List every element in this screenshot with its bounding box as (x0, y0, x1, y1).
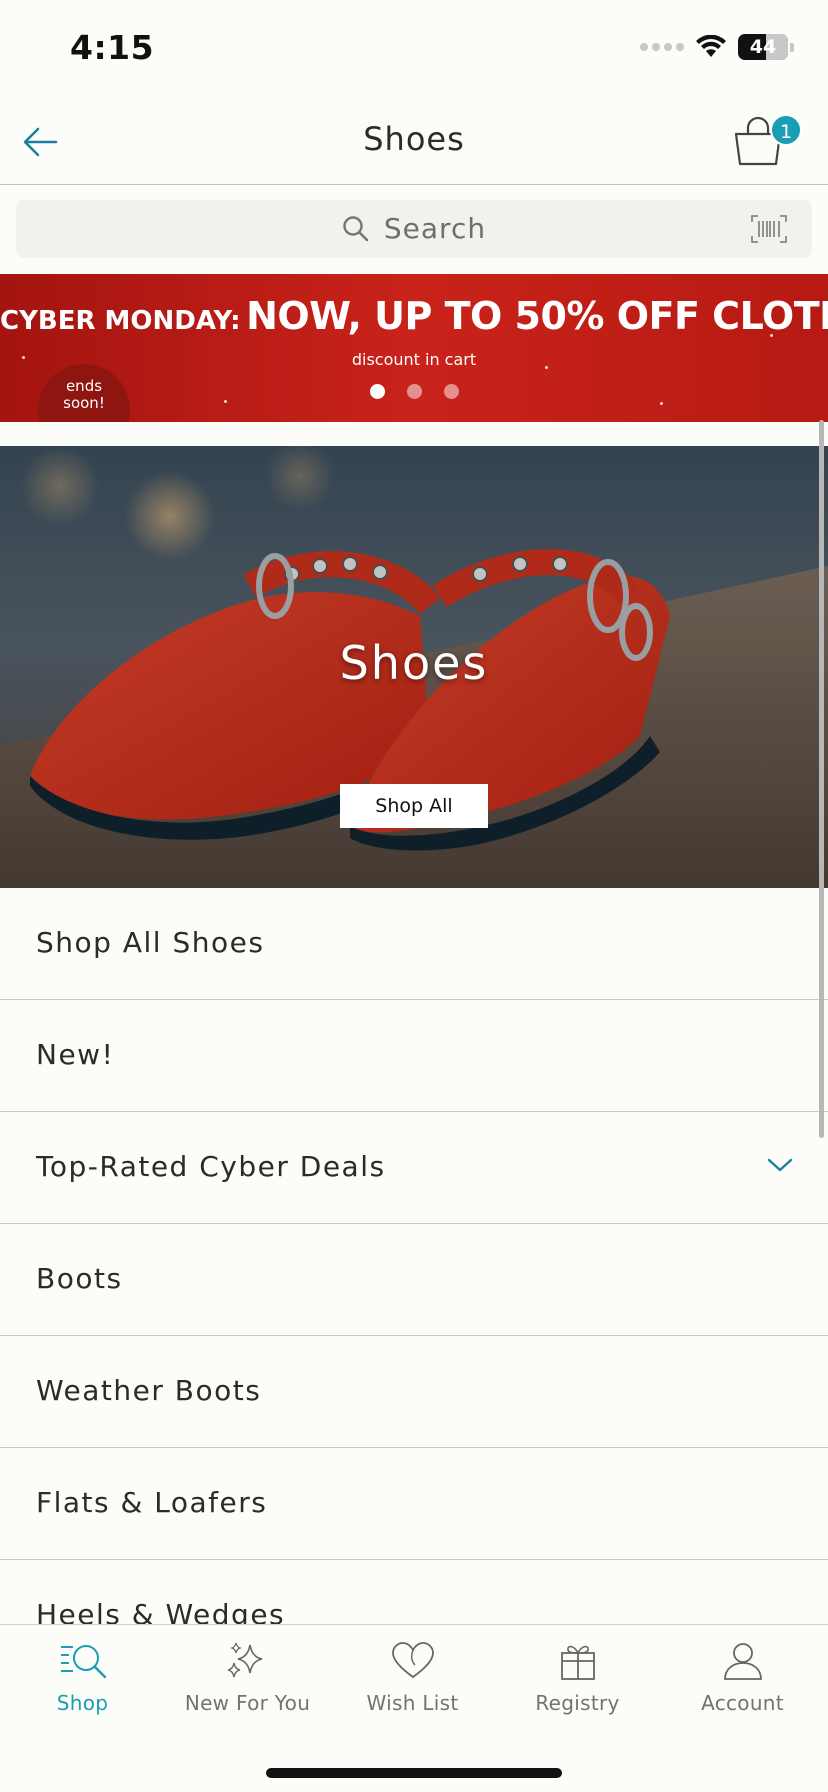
status-bar: 4:15 44 (0, 0, 828, 100)
category-label: Flats & Loafers (36, 1486, 268, 1519)
category-label: New! (36, 1038, 115, 1071)
category-label: Shop All Shoes (36, 926, 265, 959)
search-bar[interactable]: Search (16, 200, 812, 258)
battery-level: 44 (749, 36, 777, 58)
category-label: Top-Rated Cyber Deals (36, 1150, 386, 1183)
page-title: Shoes (363, 120, 465, 158)
category-list: Shop All Shoes New! Top-Rated Cyber Deal… (0, 888, 828, 1672)
shop-search-icon (60, 1645, 106, 1679)
tab-new-for-you[interactable]: New For You (165, 1641, 330, 1715)
category-label: Boots (36, 1262, 123, 1295)
hero-title: Shoes (339, 636, 489, 690)
category-item-weather-boots[interactable]: Weather Boots (0, 1336, 828, 1448)
shop-all-button[interactable]: Shop All (340, 784, 488, 828)
carousel-dot-3[interactable] (443, 384, 459, 399)
tab-label: Wish List (366, 1691, 459, 1715)
cart-count-badge: 1 (770, 114, 802, 146)
category-item-flats-loafers[interactable]: Flats & Loafers (0, 1448, 828, 1560)
carousel-dot-1[interactable] (369, 384, 385, 399)
tab-label: Account (701, 1691, 784, 1715)
status-icons: 44 (640, 34, 794, 60)
tab-label: Registry (535, 1691, 620, 1715)
wifi-icon (696, 35, 726, 57)
tab-bar: Shop New For You Wish List Registry Acco… (0, 1624, 828, 1792)
tab-label: New For You (184, 1691, 311, 1715)
category-label: Weather Boots (36, 1374, 262, 1407)
category-item-top-rated-cyber-deals[interactable]: Top-Rated Cyber Deals (0, 1112, 828, 1224)
home-indicator (266, 1768, 562, 1778)
person-icon (723, 1643, 762, 1680)
cart-button[interactable]: 1 (728, 112, 802, 172)
category-item-shop-all-shoes[interactable]: Shop All Shoes (0, 888, 828, 1000)
promo-label: CYBER MONDAY: (0, 306, 241, 336)
category-item-boots[interactable]: Boots (0, 1224, 828, 1336)
search-placeholder: Search (383, 212, 487, 245)
cellular-signal-icon (640, 43, 684, 51)
heart-icon (391, 1642, 434, 1679)
tab-label: Shop (56, 1691, 109, 1715)
category-item-new[interactable]: New! (0, 1000, 828, 1112)
gift-icon (560, 1645, 595, 1680)
tab-account[interactable]: Account (660, 1641, 825, 1715)
carousel-dots (0, 384, 828, 399)
app-header: Shoes 1 (0, 100, 828, 185)
tab-wish-list[interactable]: Wish List (330, 1641, 495, 1715)
chevron-down-icon[interactable] (766, 1156, 794, 1174)
barcode-scan-icon[interactable] (750, 214, 788, 244)
carousel-dot-2[interactable] (406, 384, 422, 399)
promo-headline: CYBER MONDAY: NOW, UP TO 50% OFF CLOTHIN… (0, 294, 828, 338)
search-icon (343, 215, 369, 241)
battery-icon: 44 (738, 34, 788, 60)
scrollbar[interactable] (819, 420, 824, 1138)
hero-banner[interactable]: Shoes Shop All (0, 446, 828, 888)
tab-registry[interactable]: Registry (495, 1641, 660, 1715)
sparkles-icon (227, 1642, 262, 1678)
promo-subtext: discount in cart (351, 350, 477, 369)
promo-banner[interactable]: CYBER MONDAY: NOW, UP TO 50% OFF CLOTHIN… (0, 274, 828, 422)
status-time: 4:15 (70, 28, 155, 67)
promo-headline-text: NOW, UP TO 50% OFF CLOTHING (246, 294, 828, 338)
tab-shop[interactable]: Shop (0, 1641, 165, 1715)
